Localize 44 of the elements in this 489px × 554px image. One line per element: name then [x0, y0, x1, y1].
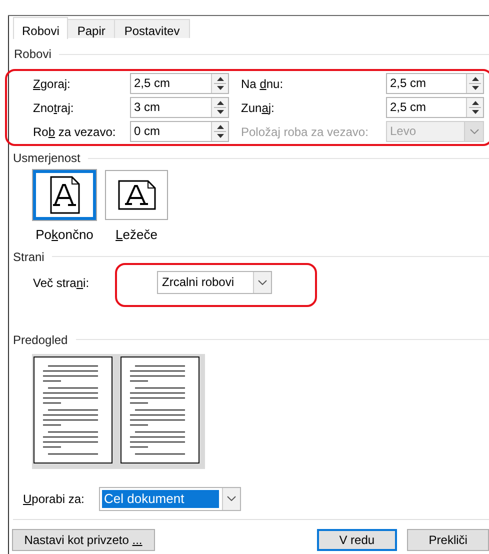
field-label: Zgoraj: [33, 76, 72, 92]
orientation-label: Ležeče [116, 226, 158, 244]
tab[interactable]: Robovi [13, 17, 68, 39]
orientation-button[interactable] [33, 170, 96, 220]
caret-icon [227, 496, 236, 501]
section-heading: Usmerjenost [13, 150, 80, 167]
field-label: Več strani: [33, 274, 90, 292]
dropdown[interactable]: Cel dokument [99, 486, 241, 510]
spinner-field[interactable]: 2,5 cm [130, 73, 229, 94]
orientation-button[interactable] [105, 170, 168, 220]
caret-icon [258, 280, 267, 285]
dialog-button[interactable]: V redu [316, 528, 398, 550]
spin-up-icon[interactable] [472, 77, 478, 81]
dropdown[interactable]: Zrcalni robovi [157, 271, 272, 294]
spin-up-icon[interactable] [216, 125, 224, 129]
spin-down-icon[interactable] [472, 110, 478, 114]
caret-icon [470, 129, 478, 134]
dialog-button[interactable]: Prekliči [407, 528, 489, 550]
spin-down-icon[interactable] [216, 86, 224, 90]
field-label: Položaj roba za vezavo: [240, 124, 370, 140]
section-heading: Strani [13, 248, 44, 266]
spin-up-icon[interactable] [216, 101, 224, 105]
spin-down-icon[interactable] [216, 110, 224, 114]
spin-up-icon[interactable] [216, 77, 224, 81]
section-heading: Predogled [13, 332, 68, 348]
section-heading: Robovi [14, 46, 52, 63]
dialog-button[interactable]: Nastavi kot privzeto ... [12, 528, 154, 550]
tab[interactable]: Postavitev [115, 19, 190, 38]
spinner-field[interactable]: 2,5 cm [386, 97, 484, 118]
field-label: Na dnu: [240, 76, 284, 92]
field-label: Znotraj: [33, 100, 75, 116]
spinner-field[interactable]: 2,5 cm [386, 73, 484, 94]
field-label: Uporabi za: [23, 490, 86, 508]
spinner-field[interactable]: 0 cm [130, 121, 229, 142]
field-label: Rob za vezavo: [33, 124, 117, 140]
spin-down-icon[interactable] [216, 134, 224, 138]
spin-up-icon[interactable] [472, 101, 478, 105]
spin-down-icon[interactable] [472, 86, 478, 90]
tab[interactable]: Papir [68, 19, 116, 38]
landscape-page-icon [118, 180, 156, 210]
spinner-field[interactable]: 3 cm [130, 97, 229, 118]
field-label: Zunaj: [240, 100, 276, 116]
portrait-page-icon [50, 176, 80, 214]
orientation-label: Pokončno [36, 226, 94, 244]
